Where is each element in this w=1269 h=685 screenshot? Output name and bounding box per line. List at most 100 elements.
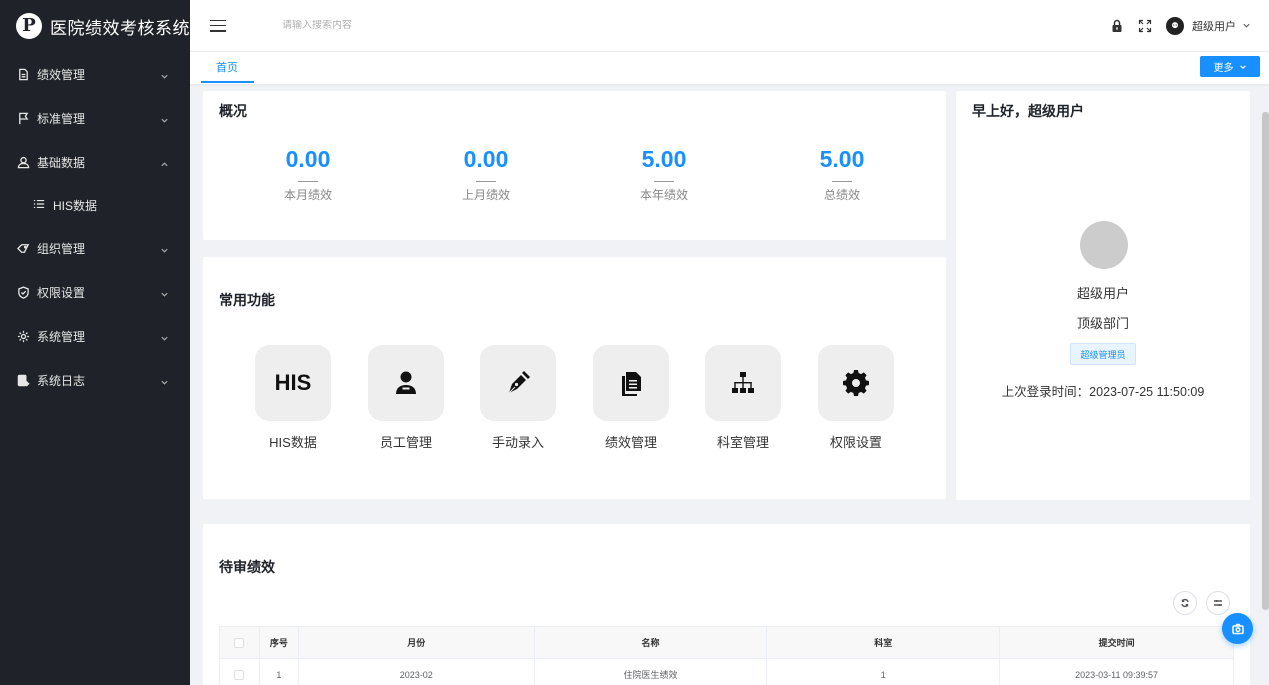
refresh-button[interactable]: [1173, 591, 1197, 615]
search-input[interactable]: [282, 20, 482, 31]
employee-icon[interactable]: [368, 345, 444, 421]
chevron-down-icon: [160, 70, 168, 79]
tag-icon: [16, 241, 30, 255]
column-header[interactable]: 序号: [258, 626, 299, 659]
role-badge: 超级管理员: [1070, 343, 1136, 365]
welcome-card: 早上好，超级用户 超级用户 顶级部门 超级管理员 上次登录时间：2023-07-…: [956, 91, 1250, 500]
chevron-down-icon[interactable]: [1236, 17, 1251, 35]
camera-icon: [1231, 623, 1244, 634]
sidebar: P 医院绩效考核系统 绩效管理 标准管理 基础数据 HIS数据 组织管理 权限设…: [0, 0, 190, 685]
sidebar-item-permissions[interactable]: 权限设置: [0, 270, 190, 314]
chevron-down-icon: [160, 244, 168, 253]
chevron-down-icon: [160, 376, 168, 385]
overview-title: 概况: [219, 103, 247, 119]
more-button-label: 更多: [1213, 63, 1234, 74]
file-icon[interactable]: [593, 345, 669, 421]
header-user-name[interactable]: 超级用户: [1192, 18, 1236, 34]
brand-title: 医院绩效考核系统: [50, 18, 190, 38]
brand[interactable]: P 医院绩效考核系统: [0, 0, 190, 52]
sidebar-item-label: 系统日志: [37, 373, 86, 388]
sidebar-item-label: 标准管理: [37, 111, 86, 126]
stat-label: 上月绩效: [461, 188, 510, 202]
quick-item-label: 员工管理: [379, 435, 432, 450]
lock-icon[interactable]: [1110, 19, 1124, 33]
screenshot-button[interactable]: [1222, 613, 1253, 644]
tab-home[interactable]: 首页: [201, 52, 254, 83]
quick-item-employee[interactable]: 员工管理: [368, 345, 444, 451]
sidebar-subitem-label: HIS数据: [53, 198, 98, 213]
sidebar-item-organization[interactable]: 组织管理: [0, 226, 190, 270]
overview-card: 概况 0.00 本月绩效 0.00 上月绩效 5.00 本年绩效 5.00 总绩…: [203, 91, 946, 240]
avatar: [1080, 221, 1128, 269]
stat-last-month: 0.00 上月绩效: [411, 146, 561, 203]
pending-performance-card: 待审绩效 序号 月份 名称 科室 提交时间 1 2023-02 住院医生绩效 1: [203, 524, 1250, 685]
his-tile-text: HIS: [274, 370, 312, 395]
last-login-time: 上次登录时间：2023-07-25 11:50:09: [1001, 385, 1205, 399]
sitemap-icon[interactable]: [705, 345, 781, 421]
quick-item-label: 绩效管理: [604, 435, 657, 450]
pending-table: 序号 月份 名称 科室 提交时间 1 2023-02 住院医生绩效 1 2023…: [219, 626, 1234, 685]
tab-bar: 首页 更多: [190, 52, 1269, 84]
sidebar-subitem-his-data[interactable]: HIS数据: [0, 184, 190, 226]
table-cell: 住院医生绩效: [533, 658, 768, 685]
stat-value: 0.00: [463, 146, 509, 172]
welcome-department: 顶级部门: [1076, 316, 1129, 331]
table-cell: 1: [766, 658, 1001, 685]
stat-label: 本年绩效: [639, 188, 688, 202]
row-checkbox[interactable]: [234, 669, 245, 680]
sidebar-item-performance[interactable]: 绩效管理: [0, 52, 190, 96]
stat-value: 5.00: [641, 146, 687, 172]
stat-value: 0.00: [285, 146, 331, 172]
his-icon[interactable]: HIS: [255, 345, 331, 421]
sidebar-item-logs[interactable]: 系统日志: [0, 358, 190, 402]
document-icon: [16, 67, 30, 81]
table-row[interactable]: 1 2023-02 住院医生绩效 1 2023-03-11 09:39:57: [219, 658, 1234, 685]
quick-item-label: 权限设置: [829, 435, 882, 450]
table-cell: 2023-03-11 09:39:57: [999, 658, 1234, 685]
user-avatar-icon[interactable]: [1166, 17, 1184, 35]
quick-item-manual-entry[interactable]: 手动录入: [480, 345, 556, 451]
chevron-down-icon: [160, 288, 168, 297]
greeting: 早上好，超级用户: [972, 103, 1084, 119]
table-cell: 1: [258, 658, 299, 685]
stat-label: 本月绩效: [283, 188, 332, 202]
stat-divider: [476, 181, 496, 182]
more-button[interactable]: 更多: [1200, 56, 1260, 77]
page-scrollbar[interactable]: [1262, 112, 1269, 610]
cog-icon[interactable]: [818, 345, 894, 421]
flag-icon: [16, 111, 30, 125]
top-header: 超级用户: [190, 0, 1269, 52]
column-settings-button[interactable]: [1206, 591, 1230, 615]
fullscreen-icon[interactable]: [1138, 19, 1152, 33]
sidebar-item-label: 绩效管理: [37, 67, 86, 82]
select-all-checkbox[interactable]: [234, 637, 245, 648]
stat-this-month: 0.00 本月绩效: [233, 146, 383, 203]
sidebar-item-basic-data[interactable]: 基础数据: [0, 140, 190, 184]
column-header[interactable]: 科室: [766, 626, 1001, 659]
column-header[interactable]: 月份: [297, 626, 535, 659]
quick-functions-card: 常用功能 HIS HIS数据 员工管理 手动录入 绩效管理 科室管理 权限设置: [203, 257, 946, 499]
pen-icon[interactable]: [480, 345, 556, 421]
quick-item-his-data[interactable]: HIS HIS数据: [255, 345, 331, 451]
menu-toggle-icon[interactable]: [210, 19, 226, 32]
quick-item-permissions[interactable]: 权限设置: [818, 345, 894, 451]
sidebar-item-standards[interactable]: 标准管理: [0, 96, 190, 140]
chevron-down-icon: [1239, 64, 1246, 69]
quick-item-label: 手动录入: [491, 435, 544, 450]
pinterest-logo-icon: P: [16, 13, 42, 39]
column-header[interactable]: 提交时间: [999, 626, 1234, 659]
chevron-up-icon: [160, 158, 168, 167]
sidebar-item-system[interactable]: 系统管理: [0, 314, 190, 358]
sidebar-item-label: 组织管理: [37, 241, 86, 256]
stat-label: 总绩效: [823, 188, 860, 202]
table-header-row: 序号 月份 名称 科室 提交时间: [219, 626, 1234, 659]
user-icon: [16, 155, 30, 169]
chevron-down-icon: [160, 332, 168, 341]
column-header[interactable]: 名称: [533, 626, 768, 659]
chevron-down-icon: [160, 114, 168, 123]
log-icon: [16, 373, 30, 387]
table-cell: 2023-02: [297, 658, 535, 685]
list-icon: [33, 198, 53, 213]
quick-item-department[interactable]: 科室管理: [705, 345, 781, 451]
quick-item-performance[interactable]: 绩效管理: [593, 345, 669, 451]
